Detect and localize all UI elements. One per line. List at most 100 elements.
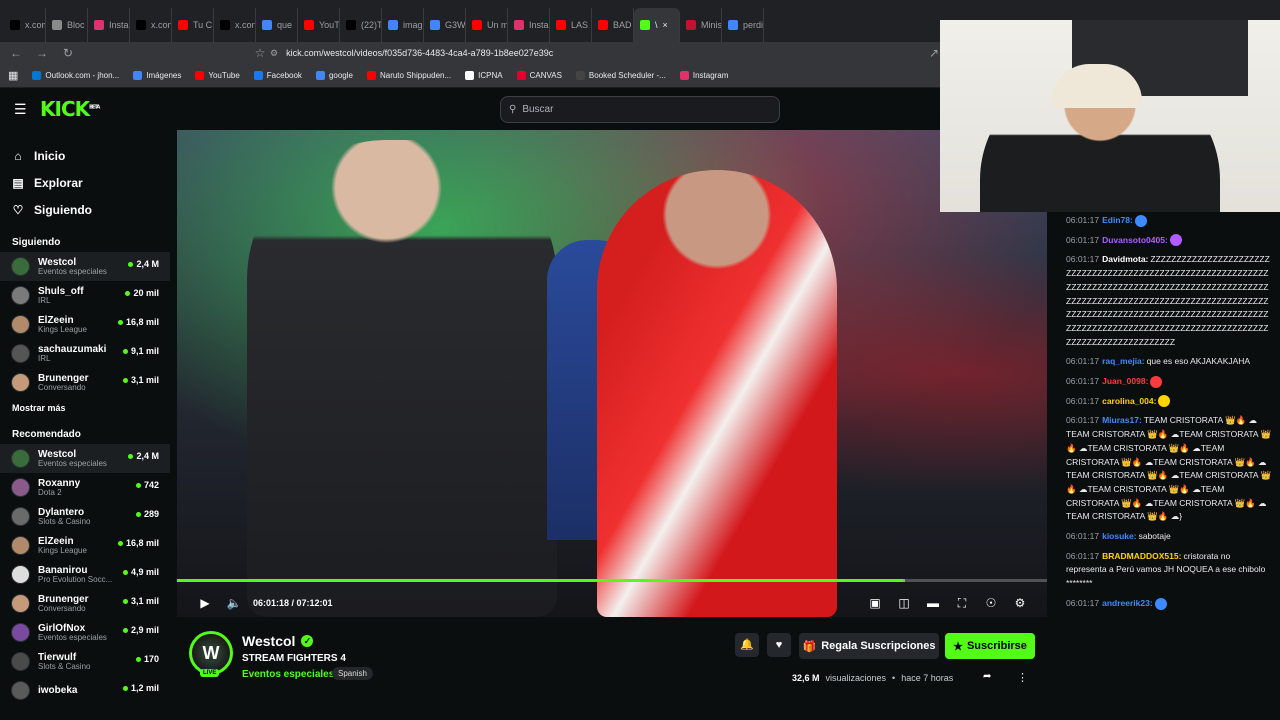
site-info-icon[interactable]: ⚙: [270, 48, 278, 59]
gift-subs-button[interactable]: 🎁 Regala Suscripciones: [799, 633, 939, 659]
chat-username[interactable]: kiosuke:: [1102, 531, 1137, 541]
sidebar-channel[interactable]: Tierwulf Slots & Casino 170: [0, 647, 170, 676]
browser-tab[interactable]: que: [256, 8, 298, 42]
bookmark-item[interactable]: CANVAS: [516, 71, 562, 80]
channel-category: IRL: [38, 353, 51, 363]
browser-tab[interactable]: Un m: [466, 8, 508, 42]
browser-tab[interactable]: Bloc: [46, 8, 88, 42]
clip-icon[interactable]: ◫: [895, 594, 913, 612]
chat-username[interactable]: Davidmota:: [1102, 254, 1148, 264]
play-icon[interactable]: ▶: [196, 594, 214, 612]
video-player[interactable]: ▶ 🔈 06:01:18 / 07:12:01 ▣ ◫ ▬ ⛶ ☉ ⚙: [177, 130, 1047, 617]
nav-item-inicio[interactable]: ⌂ Inicio: [0, 142, 170, 169]
back-icon[interactable]: ←: [6, 43, 26, 63]
browser-tab[interactable]: \ ×: [634, 8, 680, 42]
chat-username[interactable]: raq_mejia:: [1102, 356, 1145, 366]
theater-mode-icon[interactable]: ▬: [924, 594, 942, 612]
bookmark-star-icon[interactable]: ☆: [250, 43, 270, 63]
kick-logo[interactable]: KICKBETA: [40, 97, 100, 121]
browser-tab[interactable]: YouT: [298, 8, 340, 42]
follow-heart-icon[interactable]: ♥: [767, 633, 791, 657]
bookmark-item[interactable]: Imágenes: [133, 71, 181, 80]
sidebar-channel[interactable]: Brunenger Conversando 3,1 mil: [0, 368, 170, 397]
browser-tab[interactable]: LAS: [550, 8, 592, 42]
browser-tab[interactable]: x.con: [130, 8, 172, 42]
nav-item-siguiendo[interactable]: ♡ Siguiendo: [0, 196, 170, 223]
chat-username[interactable]: Duvansoto0405:: [1102, 235, 1168, 245]
sidebar-channel[interactable]: Roxanny Dota 2 742: [0, 473, 170, 502]
browser-tab[interactable]: x.com: [4, 8, 46, 42]
channel-meta: ElZeein Kings League: [38, 536, 87, 556]
show-more-link[interactable]: Mostrar más: [0, 403, 170, 413]
bookmark-item[interactable]: ICPNA: [465, 71, 503, 80]
reload-icon[interactable]: ↻: [58, 43, 78, 63]
chat-username[interactable]: BRADMADDOX515:: [1102, 551, 1181, 561]
close-tab-icon[interactable]: ×: [663, 20, 668, 30]
speed-icon[interactable]: ☉: [982, 594, 1000, 612]
site-header: ☰ KICKBETA ⚲ Buscar: [0, 88, 940, 130]
channel-name[interactable]: Westcol ✓: [242, 633, 314, 649]
channel-meta: Westcol Eventos especiales: [38, 449, 107, 469]
browser-tab[interactable]: perdi: [722, 8, 764, 42]
language-tag[interactable]: Spanish: [332, 667, 373, 680]
browser-tab[interactable]: G3W: [424, 8, 466, 42]
chat-message: 06:01:17 carolina_004:: [1066, 395, 1272, 409]
browser-tab[interactable]: imag: [382, 8, 424, 42]
upload-age: hace 7 horas: [901, 673, 954, 683]
category-link[interactable]: Eventos especiales: [242, 669, 334, 680]
sidebar-channel[interactable]: Bananirou Pro Evolution Socc... 4,9 mil: [0, 560, 170, 589]
url-bar[interactable]: ⚙ kick.com/westcol/videos/f035d736-4483-…: [270, 44, 910, 62]
channel-avatar: [11, 536, 30, 555]
chat-timestamp: 06:01:17: [1066, 415, 1100, 426]
pip-icon[interactable]: ▣: [866, 594, 884, 612]
subscribe-button[interactable]: ★ Suscribirse: [945, 633, 1035, 659]
sidebar-channel[interactable]: Brunenger Conversando 3,1 mil: [0, 589, 170, 618]
browser-tab[interactable]: Insta: [88, 8, 130, 42]
browser-tab[interactable]: x.con: [214, 8, 256, 42]
sidebar-channel[interactable]: ElZeein Kings League 16,8 mil: [0, 310, 170, 339]
nav-item-explorar[interactable]: ▤ Explorar: [0, 169, 170, 196]
sidebar-channel[interactable]: Westcol Eventos especiales 2,4 M: [0, 252, 170, 281]
bookmark-item[interactable]: Facebook: [253, 71, 302, 80]
chat-username[interactable]: andreerik23:: [1102, 598, 1153, 608]
fullscreen-icon[interactable]: ⛶: [953, 594, 971, 612]
sidebar-channel[interactable]: Westcol Eventos especiales 2,4 M: [0, 444, 170, 473]
bookmark-item[interactable]: Instagram: [679, 71, 728, 80]
bookmark-item[interactable]: Naruto Shippuden...: [366, 71, 451, 80]
search-input[interactable]: ⚲ Buscar: [500, 96, 780, 123]
sidebar-channel[interactable]: ElZeein Kings League 16,8 mil: [0, 531, 170, 560]
browser-tab[interactable]: Minis: [680, 8, 722, 42]
x-icon: [136, 20, 146, 30]
menu-icon[interactable]: ☰: [14, 101, 28, 118]
apps-grid-icon[interactable]: ▦: [8, 69, 18, 82]
channel-meta: Brunenger Conversando: [38, 373, 89, 393]
more-options-icon[interactable]: ⋮: [1017, 671, 1028, 684]
bookmark-item[interactable]: Outlook.com - jhon...: [32, 71, 119, 80]
sidebar-channel[interactable]: Shuls_off IRL 20 mil: [0, 281, 170, 310]
sidebar-channel[interactable]: Dylantero Slots & Casino 289: [0, 502, 170, 531]
bookmark-item[interactable]: YouTube: [195, 71, 240, 80]
forward-icon[interactable]: →: [32, 43, 52, 63]
volume-icon[interactable]: 🔈: [225, 594, 243, 612]
sidebar-channel[interactable]: GirlOfNox Eventos especiales 2,9 mil: [0, 618, 170, 647]
live-dot-icon: [122, 598, 128, 604]
chat-username[interactable]: carolina_004:: [1102, 396, 1156, 406]
sidebar-channel[interactable]: iwobeka 1,2 mil: [0, 676, 170, 705]
chat-username[interactable]: Miuras17:: [1102, 415, 1142, 425]
notification-bell-icon[interactable]: 🔔: [735, 633, 759, 657]
bookmark-favicon-icon: [315, 71, 325, 80]
browser-tab[interactable]: Insta: [508, 8, 550, 42]
channel-category: Kings League: [38, 545, 87, 555]
browser-tab[interactable]: (22)T: [340, 8, 382, 42]
settings-icon[interactable]: ⚙: [1011, 594, 1029, 612]
sidebar-channel[interactable]: sachauzumaki IRL 9,1 mil: [0, 339, 170, 368]
bookmark-item[interactable]: Booked Scheduler -...: [575, 71, 666, 80]
seek-bar[interactable]: [177, 579, 1047, 582]
share-icon[interactable]: ➦: [983, 671, 991, 682]
browser-tab[interactable]: Tu C: [172, 8, 214, 42]
chat-username[interactable]: Edin78:: [1102, 215, 1133, 225]
chat-username[interactable]: Juan_0098:: [1102, 376, 1148, 386]
browser-tab[interactable]: BAD: [592, 8, 634, 42]
bookmark-item[interactable]: google: [315, 71, 353, 80]
bookmarks-bar: ▦ Outlook.com - jhon... Imágenes YouTube Fa…: [0, 64, 940, 88]
